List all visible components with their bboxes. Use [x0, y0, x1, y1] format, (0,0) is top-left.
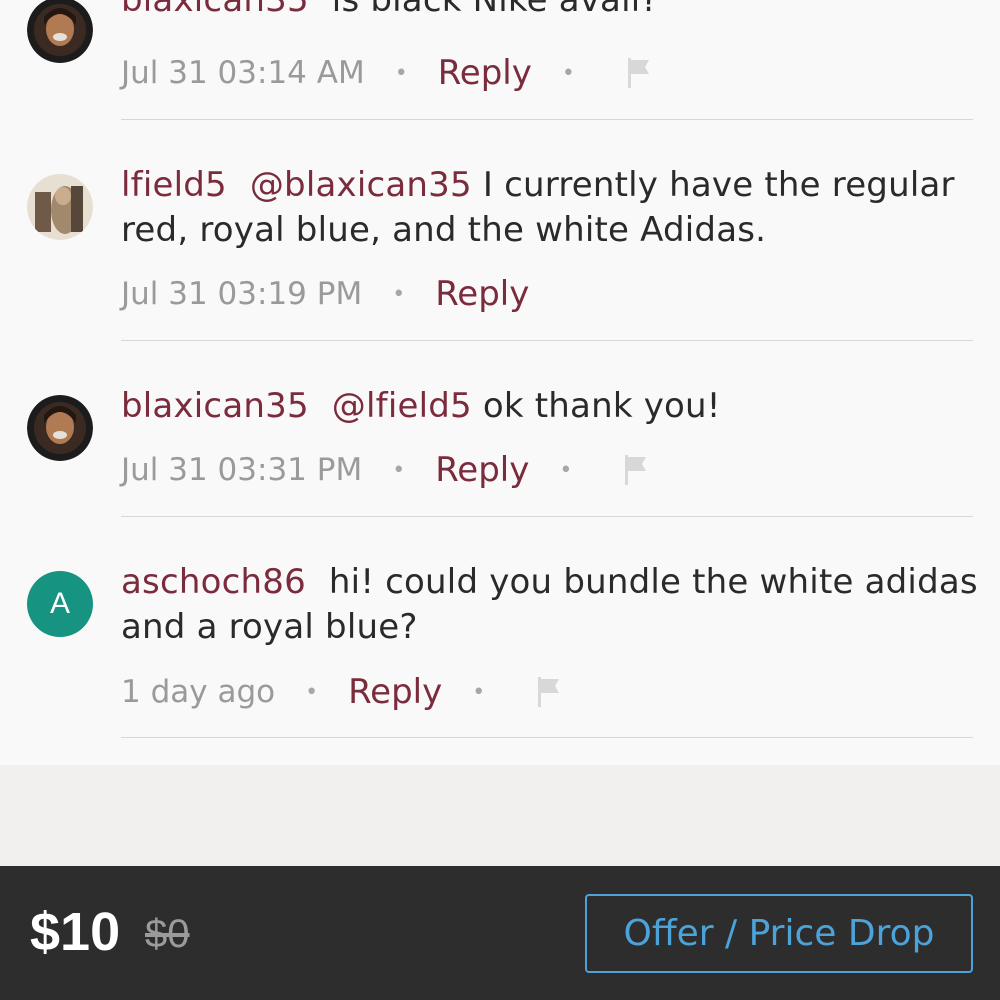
separator-dot: •	[305, 679, 319, 705]
comment-mention[interactable]: @blaxican35	[250, 165, 472, 205]
separator-dot: •	[394, 60, 408, 86]
comment-text: blaxican35 is black Nike avail?	[121, 0, 981, 23]
avatar[interactable]	[27, 395, 93, 461]
separator-dot: •	[472, 679, 486, 705]
comment-timestamp: 1 day ago	[121, 674, 276, 710]
separator-dot: •	[392, 281, 406, 307]
separator-dot: •	[559, 457, 573, 483]
offer-price-drop-button[interactable]: Offer / Price Drop	[585, 894, 973, 973]
flag-icon[interactable]	[625, 56, 653, 90]
bottom-action-bar: $10 $0 Offer / Price Drop	[0, 866, 1000, 1000]
comment-list: blaxican35 is black Nike avail? Jul 31 0…	[0, 0, 1000, 765]
separator-dot: •	[392, 457, 406, 483]
comment-meta: Jul 31 03:14 AM • Reply •	[121, 53, 653, 93]
comment-username[interactable]: lfield5	[121, 165, 227, 205]
comment-meta: Jul 31 03:19 PM • Reply	[121, 274, 529, 314]
flag-icon[interactable]	[535, 675, 563, 709]
separator-dot: •	[561, 60, 575, 86]
divider	[121, 516, 973, 517]
avatar[interactable]: A	[27, 571, 93, 637]
reply-link[interactable]: Reply	[435, 274, 529, 314]
comment-mention[interactable]: @lfield5	[332, 386, 472, 426]
comment-timestamp: Jul 31 03:19 PM	[121, 276, 363, 312]
avatar-letter: A	[49, 587, 70, 620]
comment-username[interactable]: blaxican35	[121, 386, 309, 426]
flag-icon[interactable]	[622, 453, 650, 487]
comment-message: I currently have the regular red, royal …	[121, 165, 955, 250]
reply-link[interactable]: Reply	[348, 672, 442, 712]
comment-username[interactable]: blaxican35	[121, 0, 309, 20]
comment-text: lfield5 @blaxican35 I currently have the…	[121, 163, 981, 253]
reply-link[interactable]: Reply	[438, 53, 532, 93]
comment-meta: Jul 31 03:31 PM • Reply •	[121, 450, 650, 490]
comment-text: aschoch86 hi! could you bundle the white…	[121, 560, 981, 650]
reply-link[interactable]: Reply	[435, 450, 529, 490]
comment-message: is black Nike avail?	[331, 0, 659, 20]
avatar[interactable]	[27, 0, 93, 63]
listing-price: $10	[30, 902, 121, 962]
comment-timestamp: Jul 31 03:31 PM	[121, 452, 363, 488]
avatar[interactable]	[27, 174, 93, 240]
divider	[121, 119, 973, 120]
divider	[121, 737, 973, 738]
comment-username[interactable]: aschoch86	[121, 562, 306, 602]
comment-message: ok thank you!	[482, 386, 721, 426]
divider	[121, 340, 973, 341]
original-price: $0	[145, 912, 190, 956]
comment-text: blaxican35 @lfield5 ok thank you!	[121, 384, 981, 429]
comment-meta: 1 day ago • Reply •	[121, 672, 563, 712]
comment-timestamp: Jul 31 03:14 AM	[121, 55, 365, 91]
